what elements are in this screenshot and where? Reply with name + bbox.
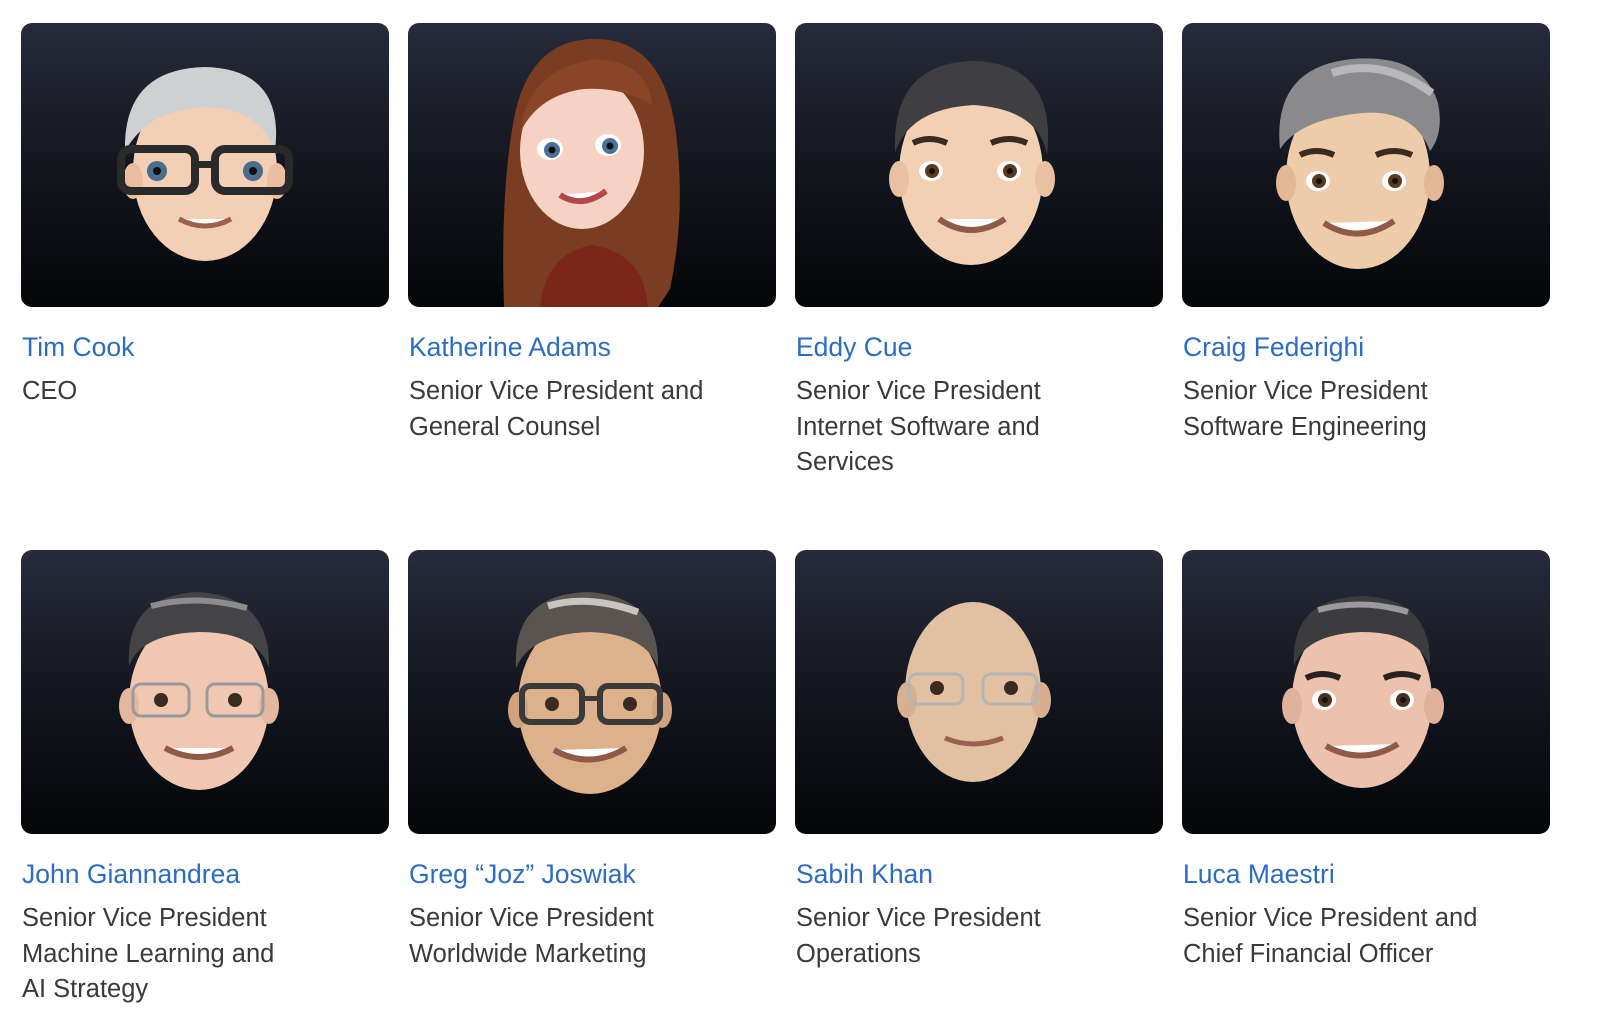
executive-title-line: AI Strategy [22, 975, 149, 1003]
executive-photo[interactable] [1182, 23, 1550, 307]
executive-title-line: Senior Vice President [22, 904, 267, 932]
executive-title: CEO [22, 374, 392, 410]
executive-title-line: Senior Vice President [796, 377, 1041, 405]
executive-photo[interactable] [21, 550, 389, 834]
executive-title: Senior Vice President and General Counse… [409, 374, 779, 445]
katherine-adams-memoji-icon [503, 38, 680, 307]
executive-title-line: Senior Vice President [409, 904, 654, 932]
executive-title: Senior Vice President Operations [796, 901, 1166, 972]
luca-maestri-memoji-icon [1282, 596, 1444, 788]
executive-name-link[interactable]: Craig Federighi [1183, 332, 1364, 363]
executive-name-link[interactable]: Katherine Adams [409, 332, 611, 363]
executive-title-line: Software Engineering [1183, 412, 1427, 441]
executive-title: Senior Vice President and Chief Financia… [1183, 901, 1553, 972]
executive-photo[interactable] [408, 23, 776, 307]
executive-title: Senior Vice President Machine Learning a… [22, 901, 392, 1008]
executive-title: Senior Vice President Worldwide Marketin… [409, 901, 779, 972]
eddy-cue-memoji-icon [889, 61, 1055, 265]
executive-photo[interactable] [795, 550, 1163, 834]
tim-cook-memoji-icon [117, 67, 293, 261]
executive-name-link[interactable]: Eddy Cue [796, 332, 912, 363]
executive-name-link[interactable]: Tim Cook [22, 332, 134, 363]
executive-title: Senior Vice President Software Engineeri… [1183, 374, 1553, 445]
executive-name-link[interactable]: Greg “Joz” Joswiak [409, 859, 636, 890]
executive-title-line: Senior Vice President and [409, 377, 704, 405]
john-giannandrea-memoji-icon [119, 592, 279, 790]
executive-photo[interactable] [795, 23, 1163, 307]
executive-title: Senior Vice President Internet Software … [796, 374, 1166, 481]
executive-photo[interactable] [408, 550, 776, 834]
sabih-khan-memoji-icon [897, 602, 1051, 782]
executive-grid: Tim Cook CEO Katherine Adams Senior Vice… [0, 0, 1600, 1027]
executive-name-link[interactable]: Sabih Khan [796, 859, 933, 890]
executive-name-link[interactable]: Luca Maestri [1183, 859, 1335, 890]
executive-title-line: Senior Vice President and [1183, 904, 1478, 932]
executive-title-line: Chief Financial Officer [1183, 939, 1434, 968]
executive-title-line: Senior Vice President [796, 904, 1041, 932]
executive-title-line: CEO [22, 377, 78, 405]
executive-title-line: Internet Software and [796, 412, 1040, 441]
executive-photo[interactable] [1182, 550, 1550, 834]
executive-name-link[interactable]: John Giannandrea [22, 859, 240, 890]
executive-title-line: Worldwide Marketing [409, 939, 647, 968]
executive-title-line: Senior Vice President [1183, 377, 1428, 405]
executive-title-line: Services [796, 448, 894, 476]
executive-photo[interactable] [21, 23, 389, 307]
greg-joswiak-memoji-icon [508, 592, 672, 794]
executive-title-line: Operations [796, 939, 921, 968]
executive-title-line: Machine Learning and [22, 939, 275, 968]
executive-title-line: General Counsel [409, 412, 601, 441]
craig-federighi-memoji-icon [1276, 58, 1444, 269]
